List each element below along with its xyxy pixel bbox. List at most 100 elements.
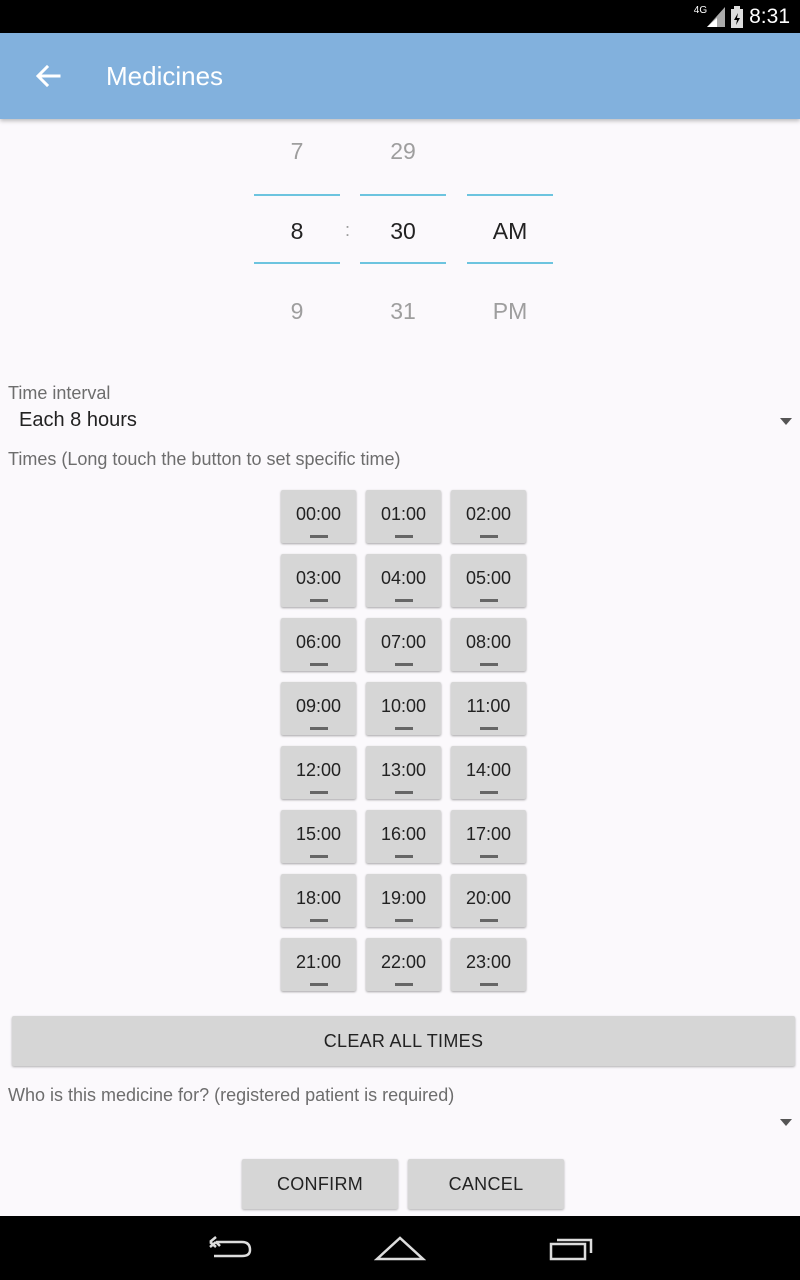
- time-button-07[interactable]: 07:00: [366, 618, 441, 671]
- time-button-18[interactable]: 18:00: [281, 874, 356, 927]
- time-button-label: 03:00: [295, 568, 342, 588]
- ampm-picker[interactable]: AM PM: [467, 120, 553, 350]
- time-indicator: [480, 919, 498, 922]
- time-indicator: [395, 791, 413, 794]
- battery-icon: [731, 5, 744, 28]
- patient-label: Who is this medicine for? (registered pa…: [8, 1085, 455, 1105]
- time-indicator: [310, 599, 328, 602]
- network-type: 4G: [693, 5, 708, 16]
- minute-picker[interactable]: 29 30 31: [360, 120, 446, 350]
- time-picker: 7 8 9 : 29 30 31 AM PM: [0, 120, 800, 350]
- time-indicator: [310, 727, 328, 730]
- time-button-label: 11:00: [466, 696, 511, 716]
- time-indicator: [395, 919, 413, 922]
- time-button-label: 09:00: [295, 696, 342, 716]
- time-button-label: 01:00: [380, 504, 427, 524]
- nav-home-button[interactable]: [370, 1232, 430, 1264]
- time-button-04[interactable]: 04:00: [366, 554, 441, 607]
- hour-picker[interactable]: 7 8 9: [254, 120, 340, 350]
- time-button-label: 08:00: [465, 632, 512, 652]
- time-indicator: [480, 535, 498, 538]
- time-button-06[interactable]: 06:00: [281, 618, 356, 671]
- minute-divider-top: [360, 194, 446, 196]
- time-button-label: 14:00: [465, 760, 512, 780]
- time-button-22[interactable]: 22:00: [366, 938, 441, 991]
- time-button-00[interactable]: 00:00: [281, 490, 356, 543]
- navigation-bar: [0, 1216, 800, 1280]
- time-button-13[interactable]: 13:00: [366, 746, 441, 799]
- time-separator: :: [345, 220, 351, 240]
- time-button-16[interactable]: 16:00: [366, 810, 441, 863]
- interval-dropdown-icon[interactable]: [780, 418, 792, 425]
- nav-back-icon: [209, 1236, 252, 1258]
- time-button-10[interactable]: 10:00: [366, 682, 441, 735]
- time-button-21[interactable]: 21:00: [281, 938, 356, 991]
- time-button-label: 04:00: [380, 568, 427, 588]
- ampm-selected[interactable]: AM: [467, 218, 553, 245]
- time-indicator: [310, 791, 328, 794]
- time-indicator: [395, 727, 413, 730]
- hour-next[interactable]: 9: [254, 298, 340, 325]
- time-button-02[interactable]: 02:00: [451, 490, 526, 543]
- time-button-label: 10:00: [380, 696, 427, 716]
- status-clock: 8:31: [749, 4, 790, 28]
- time-button-14[interactable]: 14:00: [451, 746, 526, 799]
- time-button-label: 18:00: [295, 888, 342, 908]
- time-indicator: [395, 983, 413, 986]
- time-button-03[interactable]: 03:00: [281, 554, 356, 607]
- minute-prev[interactable]: 29: [360, 138, 446, 165]
- nav-recents-icon: [549, 1238, 593, 1261]
- times-label: Times (Long touch the button to set spec…: [8, 449, 401, 469]
- time-button-08[interactable]: 08:00: [451, 618, 526, 671]
- times-grid: 00:00 01:00 02:00 03:00 04:00 05:00 06:0…: [281, 490, 526, 991]
- hour-divider-top: [254, 194, 340, 196]
- hour-divider-bottom: [254, 262, 340, 264]
- time-button-17[interactable]: 17:00: [451, 810, 526, 863]
- ampm-divider-top: [467, 194, 553, 196]
- time-button-15[interactable]: 15:00: [281, 810, 356, 863]
- time-indicator: [395, 535, 413, 538]
- time-button-09[interactable]: 09:00: [281, 682, 356, 735]
- minute-next[interactable]: 31: [360, 298, 446, 325]
- time-indicator: [395, 663, 413, 666]
- time-indicator: [310, 855, 328, 858]
- time-button-label: 02:00: [465, 504, 512, 524]
- time-button-label: 20:00: [465, 888, 512, 908]
- interval-spinner[interactable]: Each 8 hours: [19, 409, 137, 432]
- patient-spinner[interactable]: [19, 1110, 759, 1134]
- interval-label: Time interval: [8, 383, 111, 403]
- clear-all-times-button[interactable]: CLEAR ALL TIMES: [12, 1016, 795, 1066]
- nav-recents-button[interactable]: [542, 1232, 602, 1264]
- time-button-20[interactable]: 20:00: [451, 874, 526, 927]
- back-button[interactable]: [30, 58, 66, 94]
- nav-back-button[interactable]: [200, 1232, 260, 1264]
- minute-selected[interactable]: 30: [360, 218, 446, 245]
- patient-dropdown-icon[interactable]: [780, 1119, 792, 1126]
- time-indicator: [310, 535, 328, 538]
- time-indicator: [480, 791, 498, 794]
- hour-prev[interactable]: 7: [254, 138, 340, 165]
- time-button-01[interactable]: 01:00: [366, 490, 441, 543]
- confirm-button[interactable]: CONFIRM: [242, 1159, 398, 1209]
- time-button-12[interactable]: 12:00: [281, 746, 356, 799]
- time-button-23[interactable]: 23:00: [451, 938, 526, 991]
- time-indicator: [310, 983, 328, 986]
- ampm-next[interactable]: PM: [467, 298, 553, 325]
- time-button-label: 12:00: [295, 760, 342, 780]
- time-button-05[interactable]: 05:00: [451, 554, 526, 607]
- hour-selected[interactable]: 8: [254, 218, 340, 245]
- time-button-label: 06:00: [295, 632, 342, 652]
- time-indicator: [395, 855, 413, 858]
- arrow-back-icon: [35, 65, 61, 87]
- cancel-button[interactable]: CANCEL: [408, 1159, 564, 1209]
- app-bar: Medicines: [0, 33, 800, 119]
- time-button-label: 17:00: [465, 824, 512, 844]
- time-button-label: 19:00: [380, 888, 427, 908]
- nav-home-icon: [374, 1236, 426, 1261]
- time-button-19[interactable]: 19:00: [366, 874, 441, 927]
- time-indicator: [480, 599, 498, 602]
- time-indicator: [480, 855, 498, 858]
- time-button-label: 05:00: [465, 568, 512, 588]
- time-button-11[interactable]: 11:00: [451, 682, 526, 735]
- time-button-label: 00:00: [295, 504, 342, 524]
